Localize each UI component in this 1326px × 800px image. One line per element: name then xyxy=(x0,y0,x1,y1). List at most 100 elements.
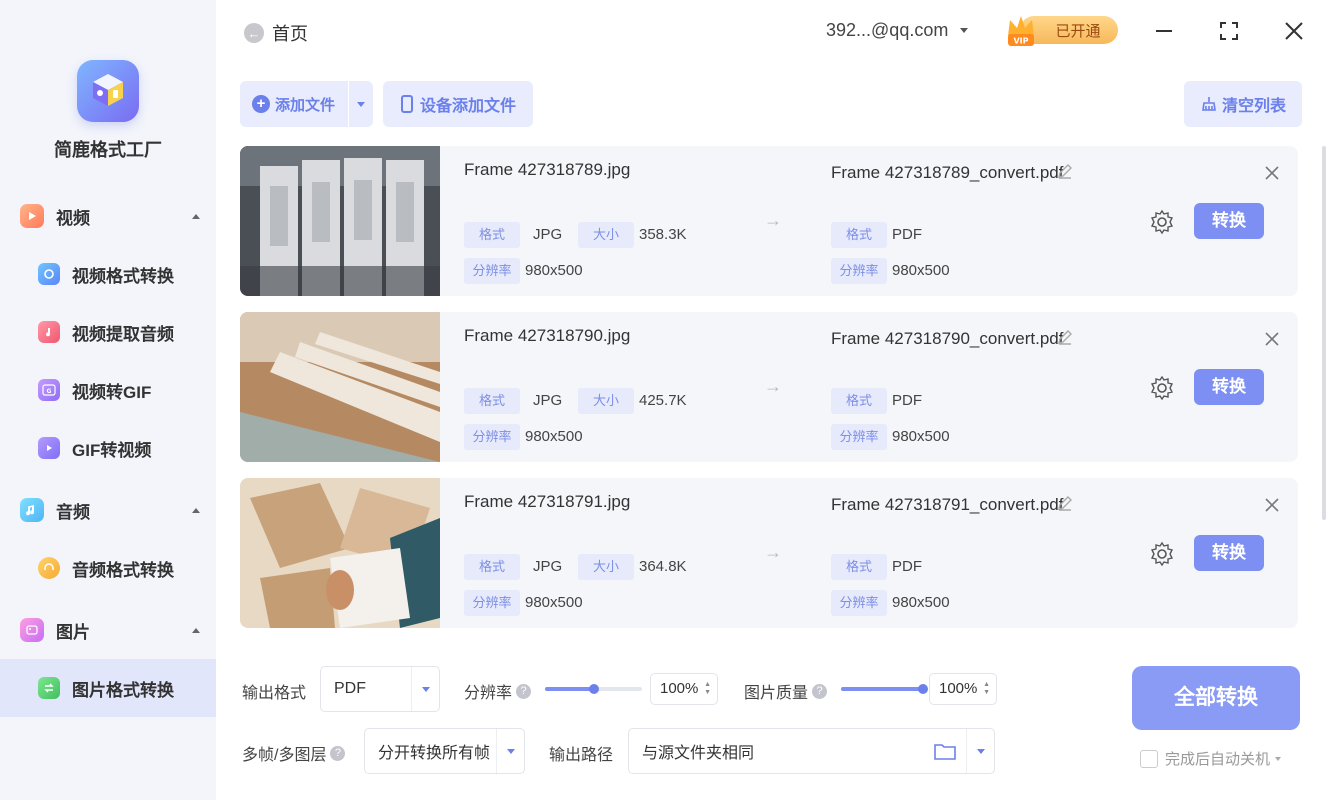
resolution-slider-fill xyxy=(545,687,594,691)
arrow-right-icon: → xyxy=(764,210,782,230)
device-add-file-button[interactable]: 设备添加文件 xyxy=(383,81,533,127)
sidebar-item-label: 视频提取音频 xyxy=(72,324,174,344)
vip-badge-text: VIP xyxy=(1013,37,1028,46)
output-resolution-value: 980x500 xyxy=(892,428,950,445)
convert-button[interactable]: 转换 xyxy=(1194,203,1264,239)
add-file-label: 添加文件 xyxy=(275,96,336,114)
help-icon[interactable]: ? xyxy=(330,745,346,761)
convert-button[interactable]: 转换 xyxy=(1194,369,1264,405)
output-path-label: 输出路径 xyxy=(549,747,614,764)
vip-badge[interactable]: 已开通 VIP xyxy=(1004,12,1118,48)
sidebar-item-video-convert[interactable]: 视频格式转换 xyxy=(0,245,216,303)
broom-icon xyxy=(1202,97,1216,111)
size-tag: 大小 xyxy=(578,388,634,414)
collapse-caret-icon[interactable] xyxy=(192,627,200,633)
account-menu[interactable]: 392...@qq.com xyxy=(826,20,969,41)
convert-all-button[interactable]: 全部转换 xyxy=(1132,666,1300,730)
remove-file-icon[interactable] xyxy=(1262,329,1282,349)
source-file-name: Frame 427318790.jpg xyxy=(464,326,631,345)
convert-button[interactable]: 转换 xyxy=(1194,535,1264,571)
minimize-icon[interactable] xyxy=(1149,16,1179,46)
output-format-label: 输出格式 xyxy=(242,685,307,702)
collapse-caret-icon[interactable] xyxy=(192,213,200,219)
format-tag: 格式 xyxy=(831,222,887,248)
sidebar-section-video[interactable]: 视频 xyxy=(20,201,200,231)
add-file-split-button: + 添加文件 xyxy=(240,81,373,127)
stepper-arrows-icon[interactable]: ▲ ▼ xyxy=(704,681,711,697)
maximize-icon[interactable] xyxy=(1214,16,1244,46)
resolution-tag: 分辨率 xyxy=(464,590,520,616)
resolution-tag: 分辨率 xyxy=(831,590,887,616)
video-convert-icon xyxy=(38,263,60,285)
resolution-percent-input[interactable]: 100% ▲ ▼ xyxy=(650,673,718,705)
resolution-percent-value: 100% xyxy=(660,680,699,697)
resolution-slider[interactable] xyxy=(545,684,642,694)
music-note-icon xyxy=(20,498,44,522)
source-resolution-value: 980x500 xyxy=(525,262,583,279)
output-file-name[interactable]: Frame 427318789_convert.pdf xyxy=(831,160,1071,186)
file-row: Frame 427318791.jpg 格式 JPG 大小 364.8K 分辨率… xyxy=(240,478,1298,628)
output-path-select[interactable]: 与源文件夹相同 xyxy=(628,728,995,774)
edit-pencil-icon[interactable] xyxy=(1056,328,1074,346)
file-thumbnail xyxy=(240,478,440,628)
folder-icon[interactable] xyxy=(934,742,956,760)
output-file-name[interactable]: Frame 427318790_convert.pdf xyxy=(831,326,1071,352)
sidebar-item-label: 视频转GIF xyxy=(72,382,152,402)
help-icon[interactable]: ? xyxy=(516,683,532,699)
sidebar-item-image-convert[interactable]: 图片格式转换 xyxy=(0,659,216,717)
quality-slider[interactable] xyxy=(841,684,928,694)
help-icon[interactable]: ? xyxy=(812,683,828,699)
video-icon xyxy=(20,204,44,228)
scrollbar[interactable] xyxy=(1322,146,1326,520)
account-email: 392...@qq.com xyxy=(826,20,949,40)
sidebar-item-video-to-gif[interactable]: G 视频转GIF xyxy=(0,361,216,419)
multiframe-select[interactable]: 分开转换所有帧 xyxy=(364,728,525,774)
quality-slider-handle[interactable] xyxy=(918,684,928,694)
sidebar-section-label: 图片 xyxy=(56,622,90,642)
settings-gear-icon[interactable] xyxy=(1149,209,1175,235)
sidebar-section-image[interactable]: 图片 xyxy=(20,615,200,645)
settings-gear-icon[interactable] xyxy=(1149,375,1175,401)
back-home-button[interactable]: ← 首页 xyxy=(244,20,308,46)
remove-file-icon[interactable] xyxy=(1262,163,1282,183)
multiframe-label: 多帧/多图层 ? xyxy=(242,741,346,765)
sidebar-section-audio[interactable]: 音频 xyxy=(20,495,200,525)
device-add-label: 设备添加文件 xyxy=(420,98,517,115)
clear-list-label: 清空列表 xyxy=(1222,98,1287,115)
quality-percent-input[interactable]: 100% ▲ ▼ xyxy=(929,673,997,705)
close-window-icon[interactable] xyxy=(1279,16,1309,46)
phone-icon xyxy=(401,95,413,113)
sidebar-item-audio-convert[interactable]: 音频格式转换 xyxy=(0,539,216,597)
back-label: 首页 xyxy=(272,24,308,44)
auto-shutdown-checkbox[interactable]: 完成后自动关机 xyxy=(1140,748,1282,769)
output-format-value: PDF xyxy=(892,226,922,243)
edit-pencil-icon[interactable] xyxy=(1056,162,1074,180)
edit-pencil-icon[interactable] xyxy=(1056,494,1074,512)
format-tag: 格式 xyxy=(831,554,887,580)
output-format-value: PDF xyxy=(892,392,922,409)
settings-gear-icon[interactable] xyxy=(1149,541,1175,567)
add-file-button[interactable]: + 添加文件 xyxy=(240,81,348,127)
output-file-name[interactable]: Frame 427318791_convert.pdf xyxy=(831,492,1071,518)
chevron-down-icon xyxy=(357,101,365,107)
add-file-dropdown-button[interactable] xyxy=(349,81,373,127)
output-format-select[interactable]: PDF xyxy=(320,666,440,712)
remove-file-icon[interactable] xyxy=(1262,495,1282,515)
chevron-down-icon xyxy=(411,667,439,711)
resolution-slider-handle[interactable] xyxy=(589,684,599,694)
multiframe-value: 分开转换所有帧 xyxy=(378,745,491,762)
multiframe-text: 多帧/多图层 xyxy=(242,747,327,764)
chevron-down-icon[interactable] xyxy=(1275,756,1282,761)
source-format-value: JPG xyxy=(533,392,563,409)
extract-audio-icon xyxy=(38,321,60,343)
clear-list-button[interactable]: 清空列表 xyxy=(1184,81,1302,127)
sidebar-item-extract-audio[interactable]: 视频提取音频 xyxy=(0,303,216,361)
arrow-right-icon: → xyxy=(764,542,782,562)
vip-crown-icon: VIP xyxy=(1008,16,1034,46)
sidebar-item-label: 音频格式转换 xyxy=(72,560,174,580)
collapse-caret-icon[interactable] xyxy=(192,507,200,513)
sidebar-item-gif-to-video[interactable]: GIF转视频 xyxy=(0,419,216,477)
file-thumbnail xyxy=(240,312,440,462)
stepper-arrows-icon[interactable]: ▲ ▼ xyxy=(983,681,990,697)
checkbox-icon[interactable] xyxy=(1140,749,1158,768)
